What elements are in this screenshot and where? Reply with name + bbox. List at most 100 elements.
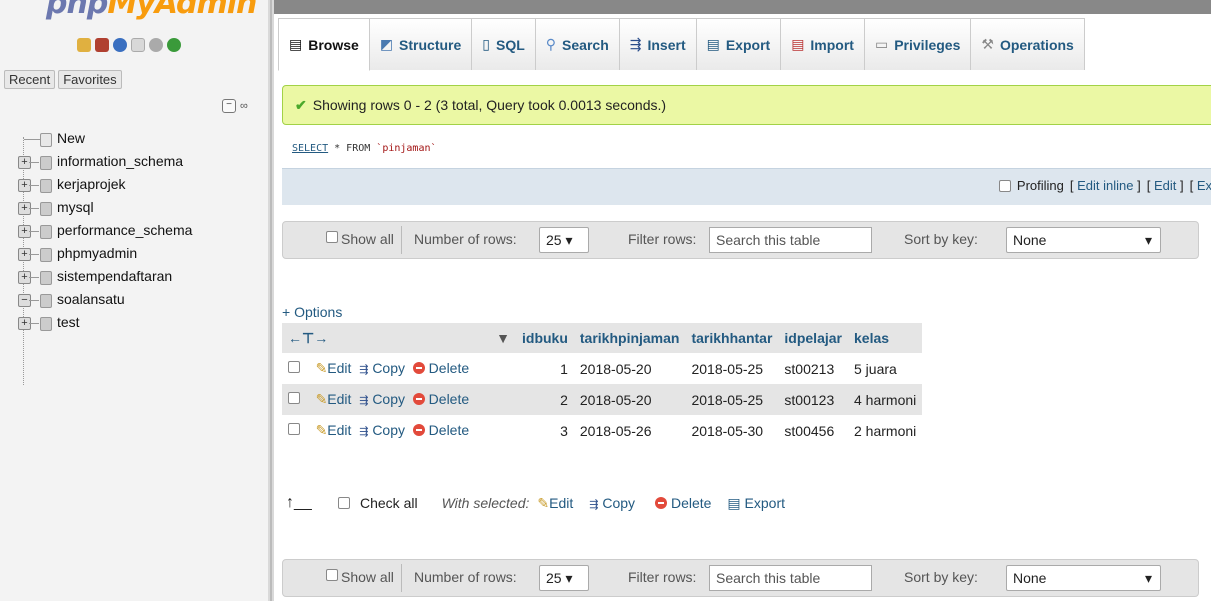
home-icon[interactable]	[77, 38, 91, 52]
rows-label: Number of rows:	[414, 231, 517, 247]
tab-label: Browse	[308, 36, 359, 53]
settings-icon[interactable]	[149, 38, 163, 52]
sort-select[interactable]: None ▾	[1006, 565, 1161, 591]
tab-sql[interactable]: ▯ SQL	[471, 18, 536, 70]
profiling-label: Profiling	[1016, 178, 1064, 193]
arrows-icon[interactable]: ←⊤→	[288, 330, 328, 346]
cell-tarikhpinjaman[interactable]: 2018-05-20	[573, 384, 686, 415]
filter-input[interactable]: Search this table	[709, 227, 872, 253]
sort-dropdown-icon[interactable]: ▼	[496, 330, 510, 346]
cell-idbuku[interactable]: 3	[516, 415, 574, 446]
cell-kelas[interactable]: 2 harmoni	[848, 415, 923, 446]
breadcrumb-bar	[274, 0, 1211, 14]
rows-label: Number of rows:	[414, 569, 517, 585]
database-icon	[40, 179, 52, 193]
delete-link[interactable]: Delete	[412, 422, 469, 438]
cell-kelas[interactable]: 4 harmoni	[848, 384, 923, 415]
tab-operations[interactable]: ⚒ Operations	[970, 18, 1085, 70]
column-header-tarikhpinjaman[interactable]: tarikhpinjaman	[573, 323, 686, 353]
bulk-copy-button[interactable]: ⇶ Copy	[589, 495, 635, 511]
reload-icon[interactable]	[167, 38, 181, 52]
delete-link[interactable]: Delete	[412, 360, 469, 376]
cell-idpelajar[interactable]: st00123	[778, 384, 848, 415]
tree-item-phpmyadmin[interactable]: + phpmyadmin	[0, 243, 268, 266]
edit-link[interactable]: ✎Edit	[316, 422, 352, 438]
delete-link[interactable]: Delete	[412, 391, 469, 407]
tree-item-soalansatu[interactable]: − soalansatu	[0, 289, 268, 312]
edit-inline-link[interactable]: Edit inline	[1077, 178, 1133, 193]
tree-item-new[interactable]: New	[0, 128, 268, 151]
cell-idbuku[interactable]: 1	[516, 353, 574, 384]
pencil-icon: ✎	[315, 360, 328, 376]
tab-privileges[interactable]: ▭ Privileges	[863, 18, 972, 70]
column-header-tarikhhantar[interactable]: tarikhhantar	[685, 323, 779, 353]
cell-tarikhhantar[interactable]: 2018-05-25	[685, 384, 779, 415]
column-header-idbuku[interactable]: idbuku	[516, 323, 574, 353]
edit-link[interactable]: ✎Edit	[316, 391, 352, 407]
cell-tarikhpinjaman[interactable]: 2018-05-26	[573, 415, 686, 446]
favorites-tab[interactable]: Favorites	[58, 70, 122, 89]
rows-select[interactable]: 25 ▾	[539, 565, 589, 591]
collapse-all-icon[interactable]: −	[222, 99, 236, 113]
cell-idpelajar[interactable]: st00456	[778, 415, 848, 446]
sql-keyword-link[interactable]: SELECT	[292, 143, 328, 154]
logout-icon[interactable]	[95, 38, 109, 52]
recent-tab[interactable]: Recent	[4, 70, 56, 89]
show-all-checkbox[interactable]	[326, 231, 338, 243]
tree-item-kerjaprojek[interactable]: + kerjaprojek	[0, 174, 268, 197]
docs-icon[interactable]	[131, 38, 145, 52]
check-all-checkbox[interactable]	[338, 497, 350, 509]
copy-link[interactable]: ⇶ Copy	[359, 360, 405, 376]
phpmyadmin-logo[interactable]: phpMyAdmin	[46, 0, 257, 21]
tab-search[interactable]: ⚲ Search	[534, 18, 620, 70]
cell-tarikhpinjaman[interactable]: 2018-05-20	[573, 353, 686, 384]
link-icon[interactable]: ∞	[240, 100, 248, 112]
tab-import[interactable]: ▤ Import	[780, 18, 865, 70]
bulk-edit-button[interactable]: ✎Edit	[537, 495, 573, 512]
tab-label: Search	[562, 36, 609, 53]
help-icon[interactable]	[113, 38, 127, 52]
search-icon: ⚲	[545, 36, 557, 52]
explain-link[interactable]: Ex	[1197, 178, 1211, 193]
copy-link[interactable]: ⇶ Copy	[359, 391, 405, 407]
bulk-export-button[interactable]: ▤ Export	[727, 495, 785, 512]
tab-browse[interactable]: ▤ Browse	[278, 18, 370, 71]
tab-structure[interactable]: ◩ Structure	[368, 18, 473, 70]
row-checkbox[interactable]	[288, 423, 300, 435]
edit-link[interactable]: ✎Edit	[316, 360, 352, 376]
profiling-checkbox[interactable]	[998, 179, 1011, 192]
check-all-label[interactable]: Check all	[360, 495, 418, 511]
tree-item-test[interactable]: + test	[0, 312, 268, 335]
column-header-kelas[interactable]: kelas	[848, 323, 923, 353]
tree-item-sistempendaftaran[interactable]: + sistempendaftaran	[0, 266, 268, 289]
with-selected-label: With selected:	[441, 495, 530, 511]
rows-select[interactable]: 25 ▾	[539, 227, 589, 253]
cell-idpelajar[interactable]: st00213	[778, 353, 848, 384]
structure-icon: ◩	[379, 36, 394, 52]
cell-kelas[interactable]: 5 juara	[848, 353, 923, 384]
row-checkbox[interactable]	[288, 361, 300, 373]
row-checkbox[interactable]	[288, 392, 300, 404]
tree-item-information-schema[interactable]: + information_schema	[0, 151, 268, 174]
show-all-checkbox[interactable]	[326, 569, 338, 581]
cell-tarikhhantar[interactable]: 2018-05-25	[685, 353, 779, 384]
cell-tarikhhantar[interactable]: 2018-05-30	[685, 415, 779, 446]
tree-item-performance-schema[interactable]: + performance_schema	[0, 220, 268, 243]
edit-link[interactable]: Edit	[1154, 178, 1176, 193]
tree-line	[29, 208, 39, 209]
sort-label: Sort by key:	[904, 569, 978, 585]
column-header-idpelajar[interactable]: idpelajar	[778, 323, 848, 353]
bulk-delete-button[interactable]: Delete	[655, 495, 711, 511]
tree-item-mysql[interactable]: + mysql	[0, 197, 268, 220]
copy-link[interactable]: ⇶ Copy	[359, 422, 405, 438]
tab-insert[interactable]: ⇶ Insert	[618, 18, 697, 70]
row-actions: ✎Edit ⇶ Copy Delete	[282, 353, 516, 384]
tab-export[interactable]: ▤ Export	[695, 18, 782, 70]
sort-select[interactable]: None ▾	[1006, 227, 1161, 253]
filter-input[interactable]: Search this table	[709, 565, 872, 591]
options-link[interactable]: + Options	[282, 304, 342, 320]
pencil-icon: ✎	[315, 391, 328, 407]
nav-icon-row	[77, 38, 181, 52]
tree-line	[29, 323, 39, 324]
cell-idbuku[interactable]: 2	[516, 384, 574, 415]
